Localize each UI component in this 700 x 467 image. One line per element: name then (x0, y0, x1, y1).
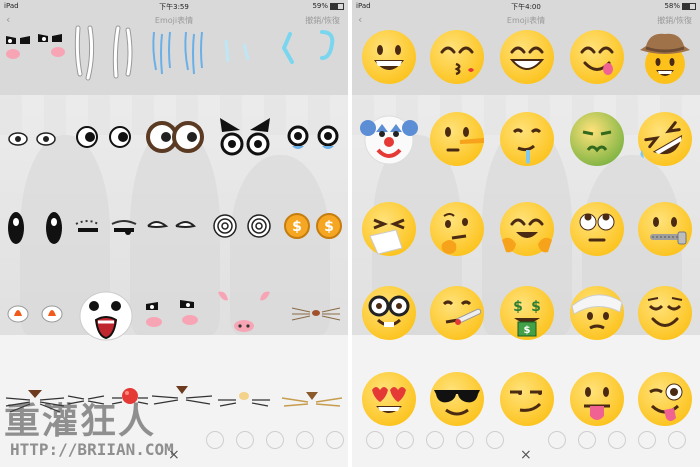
tab-category[interactable] (206, 431, 224, 449)
pink-ears-sticker[interactable] (212, 288, 276, 336)
svg-text:$: $ (524, 325, 531, 336)
round-eyes-sticker[interactable] (74, 124, 136, 150)
closed-eyes-sticker[interactable] (146, 216, 196, 234)
status-bar: iPad 下午4:00 58% (352, 0, 700, 12)
undo-redo-button[interactable]: 撤銷/恢復 (305, 15, 340, 26)
blue-tears-sticker[interactable] (150, 30, 174, 78)
heart-eyes-face-icon[interactable] (360, 370, 418, 428)
cyan-lines-sticker[interactable] (282, 28, 342, 68)
tab-category[interactable] (396, 431, 414, 449)
rolling-laughing-face-icon[interactable] (636, 110, 694, 168)
undo-redo-button[interactable]: 撤銷/恢復 (657, 15, 692, 26)
blush-eyes-sticker[interactable] (36, 28, 66, 64)
tab-category[interactable] (638, 431, 656, 449)
grinning-face-icon[interactable] (360, 28, 418, 86)
tab-category[interactable] (668, 431, 686, 449)
tab-category[interactable] (426, 431, 444, 449)
bunny-nose-sticker[interactable] (216, 386, 272, 414)
nav-bar: ‹ Emoji表情 撤銷/恢復 (352, 12, 700, 28)
tab-category[interactable] (366, 431, 384, 449)
tab-category[interactable] (236, 431, 254, 449)
money-mouth-face-icon[interactable]: $ $ $ (498, 284, 556, 342)
battery-percent: 59% (312, 2, 328, 10)
whiskers-sticker[interactable] (290, 300, 342, 324)
tab-category[interactable] (578, 431, 596, 449)
blush-eyes-sticker[interactable] (176, 294, 204, 330)
crying-eyes-sticker[interactable] (286, 124, 342, 152)
angry-eyes-sticker[interactable] (218, 114, 272, 160)
tab-category[interactable] (296, 431, 314, 449)
shocked-face-sticker[interactable] (78, 290, 134, 342)
lying-face-icon[interactable] (428, 110, 486, 168)
tab-category[interactable] (486, 431, 504, 449)
cyan-lines-sticker[interactable] (222, 36, 252, 66)
nauseated-face-icon[interactable] (568, 110, 626, 168)
tiger-whiskers-sticker[interactable] (280, 386, 344, 414)
blush-eyes-sticker[interactable] (144, 296, 172, 332)
sweat-drops-sticker[interactable] (72, 24, 98, 82)
close-icon[interactable]: × (520, 447, 532, 463)
clock: 下午3:59 (159, 3, 189, 11)
tab-category[interactable] (266, 431, 284, 449)
sneezing-face-icon[interactable] (360, 200, 418, 258)
tab-category[interactable] (608, 431, 626, 449)
thinking-face-icon[interactable] (428, 200, 486, 258)
sunglasses-face-icon[interactable] (428, 370, 486, 428)
page-title: Emoji表情 (506, 16, 546, 25)
spiral-eyes-sticker[interactable] (212, 212, 274, 240)
kissing-face-icon[interactable] (428, 28, 486, 86)
svg-text:$: $ (531, 299, 541, 315)
fire-eyes-sticker[interactable] (4, 298, 68, 326)
battery-icon (682, 2, 696, 10)
blue-tears-sticker[interactable] (182, 30, 206, 78)
hugging-face-icon[interactable] (498, 200, 556, 258)
oval-eyes-sticker[interactable] (4, 208, 68, 248)
page-title: Emoji表情 (154, 16, 194, 25)
winking-tongue-face-icon[interactable] (636, 370, 694, 428)
battery-indicator: 58% (664, 2, 696, 10)
nav-bar: ‹ Emoji表情 撤銷/恢復 (0, 12, 348, 28)
battery-indicator: 59% (312, 2, 344, 10)
drooling-face-icon[interactable] (498, 110, 556, 168)
blush-eyes-sticker[interactable] (4, 30, 34, 66)
tab-category[interactable] (548, 431, 566, 449)
close-icon[interactable]: × (168, 447, 180, 463)
right-screenshot-panel: iPad 下午4:00 58% ‹ Emoji表情 撤銷/恢復 $ $ $ × (352, 0, 700, 467)
relieved-face-icon[interactable] (636, 284, 694, 342)
rolling-eyes-face-icon[interactable] (568, 200, 626, 258)
bandage-face-icon[interactable] (568, 284, 626, 342)
sweat-drops-sticker[interactable] (110, 24, 136, 82)
cowboy-face-icon[interactable] (636, 28, 694, 86)
left-screenshot-panel: iPad 下午3:59 59% ‹ Emoji表情 撤銷/恢復 $ $ 重灌狂人… (0, 0, 348, 467)
clock: 下午4:00 (511, 3, 541, 11)
svg-text:$: $ (513, 299, 523, 315)
sleepy-eyes-sticker[interactable] (74, 214, 138, 242)
tab-category[interactable] (326, 431, 344, 449)
mouse-whiskers-sticker[interactable] (150, 382, 214, 412)
status-bar: iPad 下午3:59 59% (0, 0, 348, 12)
tab-category[interactable] (456, 431, 474, 449)
smiling-face-icon[interactable] (498, 28, 556, 86)
svg-text:$: $ (292, 219, 302, 235)
svg-text:$: $ (324, 219, 334, 235)
dizzy-eyes-sticker[interactable] (6, 128, 62, 150)
tongue-out-face-icon[interactable] (568, 370, 626, 428)
brown-eyes-sticker[interactable] (146, 120, 204, 154)
nerd-face-icon[interactable] (360, 284, 418, 342)
face-savoring-food-icon[interactable] (568, 28, 626, 86)
battery-icon (330, 2, 344, 10)
zipper-mouth-face-icon[interactable] (636, 200, 694, 258)
clown-face-icon[interactable] (360, 110, 418, 168)
coin-eyes-sticker[interactable]: $ $ (284, 212, 344, 240)
smirking-face-icon[interactable] (498, 370, 556, 428)
battery-percent: 58% (664, 2, 680, 10)
thermometer-face-icon[interactable] (428, 284, 486, 342)
